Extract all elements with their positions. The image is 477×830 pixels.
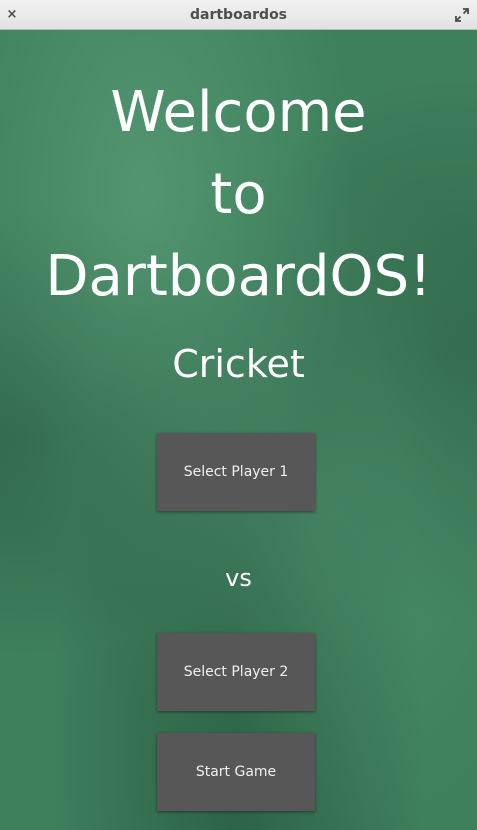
vs-label: vs (225, 564, 252, 592)
start-game-button[interactable]: Start Game (157, 733, 315, 811)
title-bar: × dartboardos (0, 0, 477, 30)
welcome-line-1: Welcome (110, 80, 367, 145)
welcome-line-3: DartboardOS! (45, 244, 432, 309)
app-window: × dartboardos Welcome to DartboardOS! Cr… (0, 0, 477, 830)
select-player-1-button[interactable]: Select Player 1 (157, 433, 315, 511)
select-player-2-button[interactable]: Select Player 2 (157, 633, 315, 711)
welcome-line-2: to (210, 162, 267, 227)
window-title: dartboardos (189, 7, 288, 23)
game-mode-label: Cricket (172, 342, 305, 386)
welcome-heading: Welcome to DartboardOS! (0, 72, 477, 318)
maximize-icon[interactable] (455, 8, 469, 22)
chalkboard-background: Welcome to DartboardOS! Cricket Select P… (0, 30, 477, 830)
